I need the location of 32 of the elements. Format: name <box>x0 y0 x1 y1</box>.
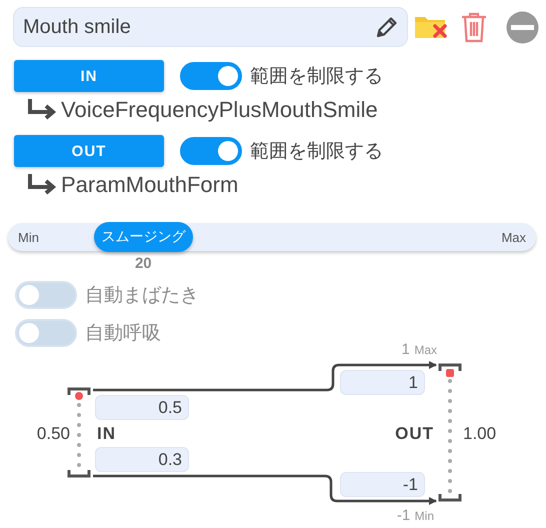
parameter-name: VoiceFrequencyPlusMouthSmile <box>61 97 378 123</box>
max-value: 1 <box>402 341 410 358</box>
input-label: IN <box>97 424 116 444</box>
parameter-name: ParamMouthForm <box>61 172 238 198</box>
toggle-label: 自動呼吸 <box>85 322 161 346</box>
output-label: OUT <box>395 424 434 444</box>
return-arrow-icon <box>27 174 57 196</box>
pencil-icon[interactable] <box>375 15 399 39</box>
min-label: Min <box>18 230 39 244</box>
slider-value: 20 <box>134 255 153 272</box>
remove-icon[interactable] <box>506 10 539 44</box>
toggle-label: 範囲を制限する <box>250 65 383 89</box>
output-max-field[interactable]: 1 <box>340 370 425 395</box>
trash-icon[interactable] <box>460 11 488 43</box>
output-min-field[interactable]: -1 <box>340 472 425 497</box>
max-label: Max <box>501 230 526 244</box>
min-tag: Min <box>414 509 434 523</box>
toggle-label: 自動まばたき <box>85 284 199 308</box>
max-tag: Max <box>414 343 437 357</box>
value-dot <box>75 392 83 400</box>
toggle-switch[interactable] <box>180 137 242 165</box>
name-field[interactable]: Mouth smile <box>13 7 408 47</box>
toggle-label: 範囲を制限する <box>250 140 383 164</box>
min-value: -1 <box>396 507 410 524</box>
output-value: 1.00 <box>463 424 496 444</box>
return-arrow-icon <box>27 99 57 121</box>
folder-remove-icon[interactable] <box>414 14 448 40</box>
input-max-field[interactable]: 0.5 <box>95 395 189 420</box>
input-min-field[interactable]: 0.3 <box>95 447 189 472</box>
input-value: 0.50 <box>36 424 70 444</box>
toggle-switch[interactable] <box>180 62 242 90</box>
smoothing-slider[interactable]: Min スムージング Max <box>8 223 536 251</box>
